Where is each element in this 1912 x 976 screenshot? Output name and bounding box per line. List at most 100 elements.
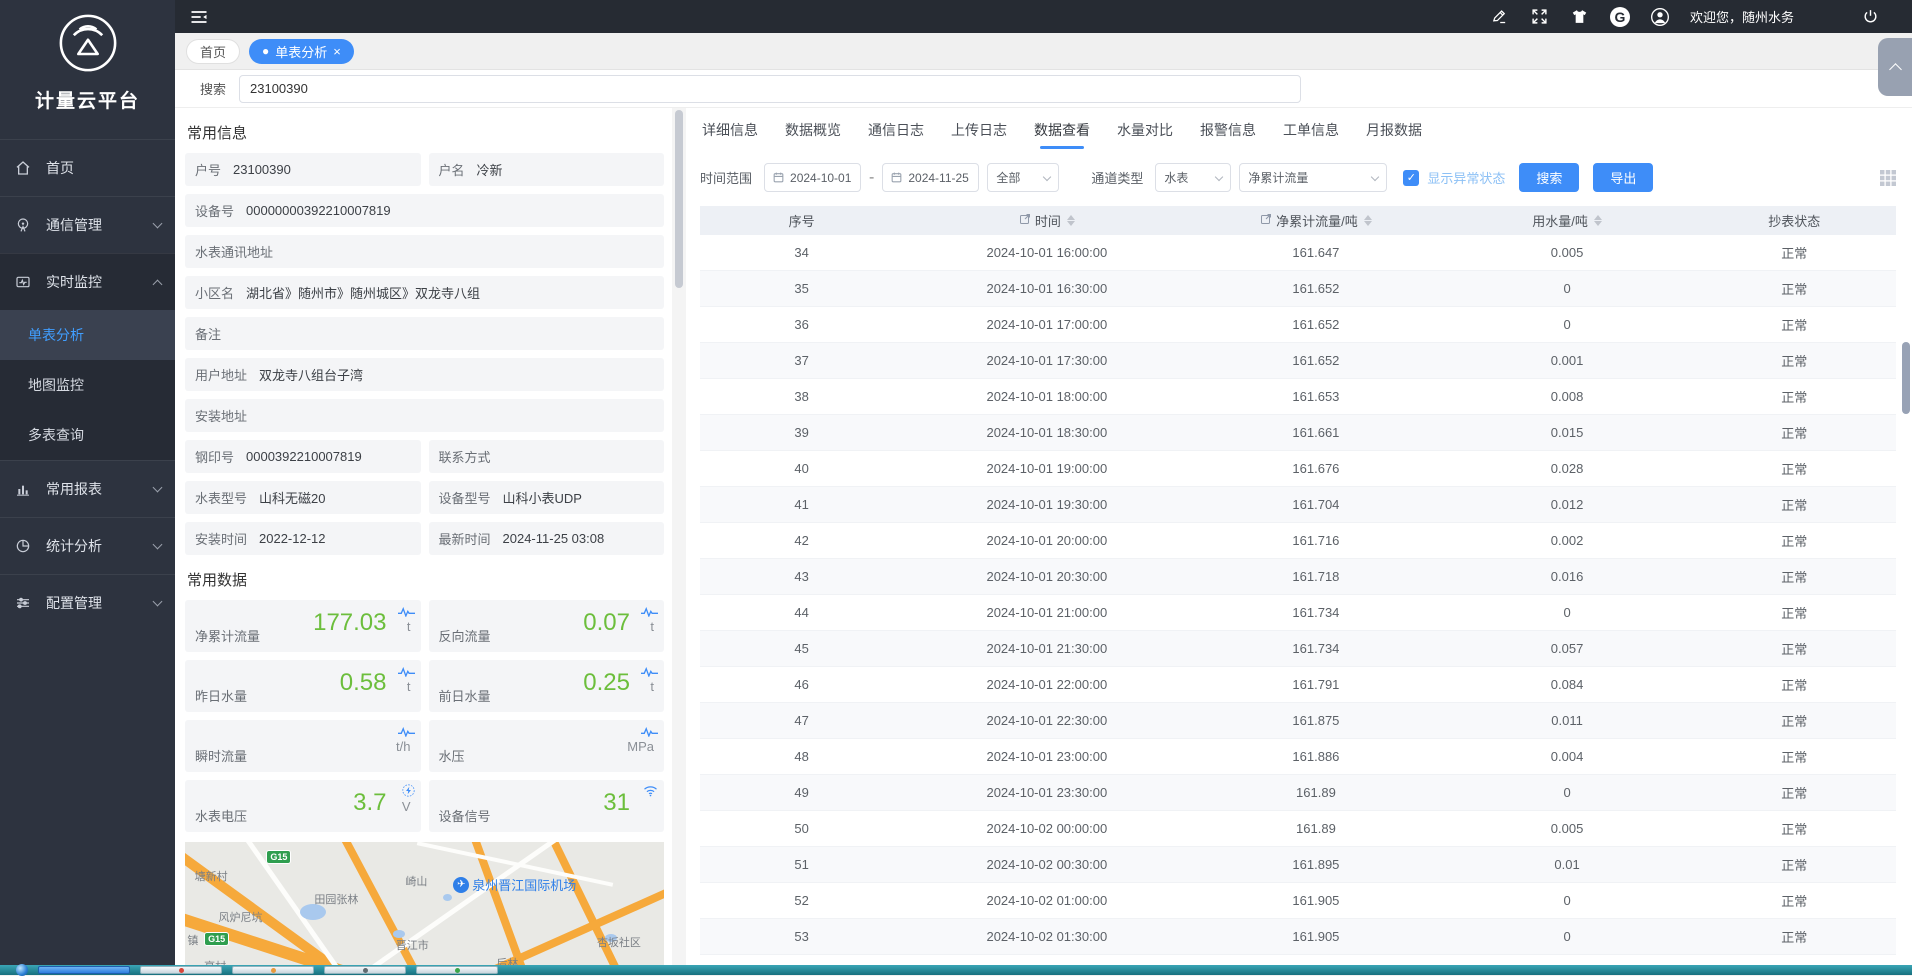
sidebar-item-comm[interactable]: 通信管理: [0, 197, 175, 253]
export-button[interactable]: 导出: [1593, 163, 1653, 192]
col-header-时间[interactable]: 时间: [903, 211, 1190, 230]
abnormal-checkbox[interactable]: ✓: [1403, 170, 1419, 186]
date-to-input[interactable]: 2024-11-25: [882, 163, 979, 192]
table-row[interactable]: 462024-10-01 22:00:00161.7910.084正常: [700, 667, 1896, 703]
table-cell: 2024-10-01 18:30:00: [903, 425, 1190, 440]
sort-asc-icon[interactable]: [1364, 215, 1372, 220]
sidebar-item-reports[interactable]: 常用报表: [0, 461, 175, 517]
channel-select[interactable]: 水表: [1155, 163, 1231, 192]
table-row[interactable]: 472024-10-01 22:30:00161.8750.011正常: [700, 703, 1896, 739]
edit-icon[interactable]: [1019, 213, 1031, 228]
detail-tab-数据查看[interactable]: 数据查看: [1034, 120, 1090, 149]
sort-desc-icon[interactable]: [1364, 221, 1372, 226]
detail-tab-工单信息[interactable]: 工单信息: [1283, 120, 1339, 149]
table-cell: 48: [700, 749, 903, 764]
menu-fold-icon[interactable]: [189, 6, 211, 28]
detail-tab-报警信息[interactable]: 报警信息: [1200, 120, 1256, 149]
tab-首页[interactable]: 首页: [186, 39, 240, 64]
table-row[interactable]: 422024-10-01 20:00:00161.7160.002正常: [700, 523, 1896, 559]
detail-tab-水量对比[interactable]: 水量对比: [1117, 120, 1173, 149]
table-row[interactable]: 362024-10-01 17:00:00161.6520正常: [700, 307, 1896, 343]
sidebar-subitem-single-meter[interactable]: 单表分析: [0, 310, 175, 360]
table-row[interactable]: 532024-10-02 01:30:00161.9050正常: [700, 919, 1896, 955]
table-row[interactable]: 512024-10-02 00:30:00161.8950.01正常: [700, 847, 1896, 883]
table-row[interactable]: 502024-10-02 00:00:00161.890.005正常: [700, 811, 1896, 847]
table-row[interactable]: 442024-10-01 21:00:00161.7340正常: [700, 595, 1896, 631]
scrollbar-thumb[interactable]: [675, 110, 683, 288]
sort-icons[interactable]: [1067, 215, 1075, 226]
table-scrollbar[interactable]: [1902, 258, 1910, 618]
sort-icons[interactable]: [1364, 215, 1372, 226]
scrollbar-thumb[interactable]: [1902, 342, 1910, 414]
sort-desc-icon[interactable]: [1594, 221, 1602, 226]
table-cell: 161.652: [1190, 317, 1441, 332]
user-avatar-icon[interactable]: [1650, 7, 1670, 27]
sort-asc-icon[interactable]: [1067, 215, 1075, 220]
table-row[interactable]: 432024-10-01 20:30:00161.7180.016正常: [700, 559, 1896, 595]
search-row: 搜索: [175, 70, 1912, 108]
column-settings-grid-icon[interactable]: [1880, 170, 1896, 186]
date-from-input[interactable]: 2024-10-01: [764, 163, 861, 192]
taskbar-window-active[interactable]: [38, 966, 130, 974]
sidebar-item-stats[interactable]: 统计分析: [0, 518, 175, 574]
sort-desc-icon[interactable]: [1067, 221, 1075, 226]
edit-pencil-icon[interactable]: [1490, 7, 1510, 27]
col-header-用水量/吨[interactable]: 用水量/吨: [1442, 211, 1693, 230]
detail-tab-数据概览[interactable]: 数据概览: [785, 120, 841, 149]
sidebar-item-home[interactable]: 首页: [0, 140, 175, 196]
table-row[interactable]: 372024-10-01 17:30:00161.6520.001正常: [700, 343, 1896, 379]
tab-单表分析[interactable]: ●单表分析×: [249, 39, 354, 64]
sort-asc-icon[interactable]: [1594, 215, 1602, 220]
table-row[interactable]: 342024-10-01 16:00:00161.6470.005正常: [700, 235, 1896, 271]
taskbar-window[interactable]: [416, 966, 498, 974]
theme-shirt-icon[interactable]: [1570, 7, 1590, 27]
table-row[interactable]: 382024-10-01 18:00:00161.6530.008正常: [700, 379, 1896, 415]
sidebar-item-config[interactable]: 配置管理: [0, 575, 175, 631]
taskbar-window[interactable]: [232, 966, 314, 974]
close-icon[interactable]: ×: [333, 45, 341, 58]
table-cell: 2024-10-01 17:30:00: [903, 353, 1190, 368]
interval-select[interactable]: 全部: [987, 163, 1059, 192]
table-cell: 正常: [1693, 495, 1896, 514]
table-cell: 正常: [1693, 351, 1896, 370]
table-row[interactable]: 412024-10-01 19:30:00161.7040.012正常: [700, 487, 1896, 523]
info-field: 钢印号0000392210007819: [185, 440, 421, 473]
edit-icon[interactable]: [1260, 213, 1272, 228]
search-input[interactable]: [239, 75, 1301, 103]
detail-tab-详细信息[interactable]: 详细信息: [702, 120, 758, 149]
table-row[interactable]: 352024-10-01 16:30:00161.6520正常: [700, 271, 1896, 307]
abnormal-checkbox-label[interactable]: 显示异常状态: [1427, 168, 1505, 187]
g-badge-icon[interactable]: G: [1610, 7, 1630, 27]
detail-tab-月报数据[interactable]: 月报数据: [1366, 120, 1422, 149]
col-header-净累计流量/吨[interactable]: 净累计流量/吨: [1190, 211, 1441, 230]
collapse-up-button[interactable]: [1878, 38, 1912, 96]
mini-map[interactable]: G15G15 塘新村田园张林崎山风炉尼坑镇晋江市后林杏坂社区亮村 ✈ 泉州晋江国…: [185, 842, 664, 970]
menu-block-stats: 统计分析: [0, 517, 175, 574]
left-panel-scrollbar[interactable]: [672, 108, 686, 975]
sort-icons[interactable]: [1594, 215, 1602, 226]
start-button[interactable]: [16, 964, 28, 976]
table-cell: 正常: [1693, 387, 1896, 406]
metric-select[interactable]: 净累计流量: [1239, 163, 1387, 192]
sidebar-subitem-map-monitor[interactable]: 地图监控: [0, 360, 175, 410]
table-row[interactable]: 482024-10-01 23:00:00161.8860.004正常: [700, 739, 1896, 775]
table-row[interactable]: 492024-10-01 23:30:00161.890正常: [700, 775, 1896, 811]
sidebar-subitem-multi-meter[interactable]: 多表查询: [0, 410, 175, 460]
table-row[interactable]: 402024-10-01 19:00:00161.6760.028正常: [700, 451, 1896, 487]
table-cell: 2024-10-01 23:00:00: [903, 749, 1190, 764]
sidebar-item-realtime[interactable]: 实时监控: [0, 254, 175, 310]
os-taskbar[interactable]: [0, 965, 1912, 975]
table-row[interactable]: 392024-10-01 18:30:00161.6610.015正常: [700, 415, 1896, 451]
fullscreen-icon[interactable]: [1530, 7, 1550, 27]
detail-tab-通信日志[interactable]: 通信日志: [868, 120, 924, 149]
airport-marker[interactable]: ✈ 泉州晋江国际机场: [453, 875, 576, 894]
table-cell: 正常: [1693, 783, 1896, 802]
table-row[interactable]: 452024-10-01 21:30:00161.7340.057正常: [700, 631, 1896, 667]
table-row[interactable]: 522024-10-02 01:00:00161.9050正常: [700, 883, 1896, 919]
search-button[interactable]: 搜索: [1519, 163, 1579, 192]
taskbar-window[interactable]: [324, 966, 406, 974]
detail-tab-上传日志[interactable]: 上传日志: [951, 120, 1007, 149]
power-icon[interactable]: [1860, 7, 1880, 27]
taskbar-window[interactable]: [140, 966, 222, 974]
table-cell: 正常: [1693, 711, 1896, 730]
